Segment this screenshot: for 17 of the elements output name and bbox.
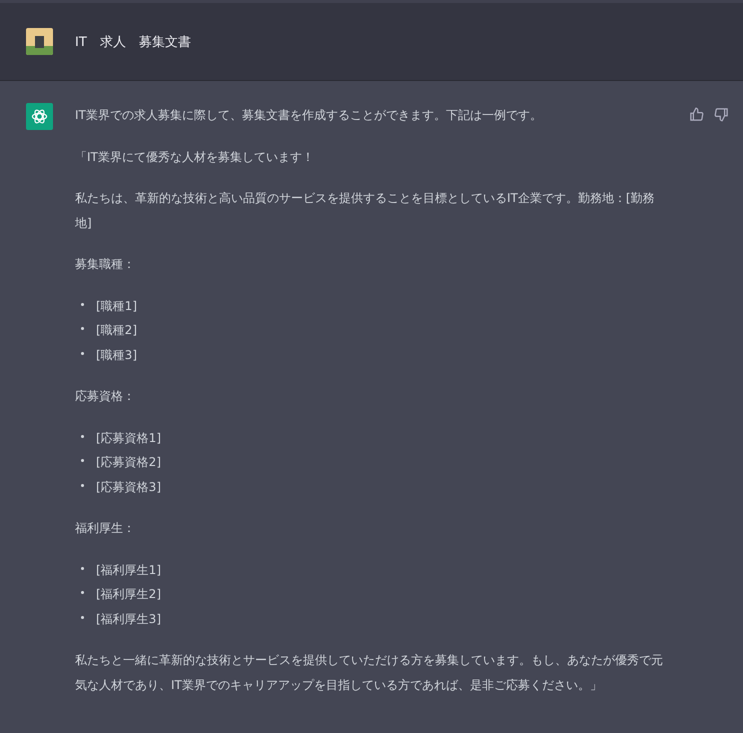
list-item: [職種1] [96,298,137,314]
message-paragraph: 募集職種： [75,256,136,273]
list-item: [応募資格1] [96,430,161,446]
list-item: [応募資格2] [96,454,161,471]
message-paragraph: 私たちと一緒に革新的な技術とサービスを提供していただける方を募集しています。もし、あなたが優秀で元気な人材であり、IT業界でのキャリアアップを目指している方であれば、是非ご応募ください。」 [75,652,664,694]
message-paragraph: IT業界での求人募集に際して、募集文書を作成することができます。下記は一例です。 [75,107,543,124]
message-paragraph: 私たちは、革新的な技術と高い品質のサービスを提供することを目標としているIT企業です。勤務地：[勤務地] [75,190,656,232]
message-paragraph: 応募資格： [75,388,136,405]
list-item: [福利厚生1] [96,562,161,578]
list-item: [職種2] [96,322,137,339]
message-paragraph: 「IT業界にて優秀な人材を募集しています！ [75,148,315,166]
message-paragraph: 福利厚生： [75,520,136,537]
list-item: [職種3] [96,346,137,364]
chat-title: IT 求人 募集文書 [75,34,191,50]
list-item: [福利厚生2] [96,586,161,603]
list-item: [応募資格3] [96,478,161,496]
list-item: [福利厚生3] [96,610,161,628]
